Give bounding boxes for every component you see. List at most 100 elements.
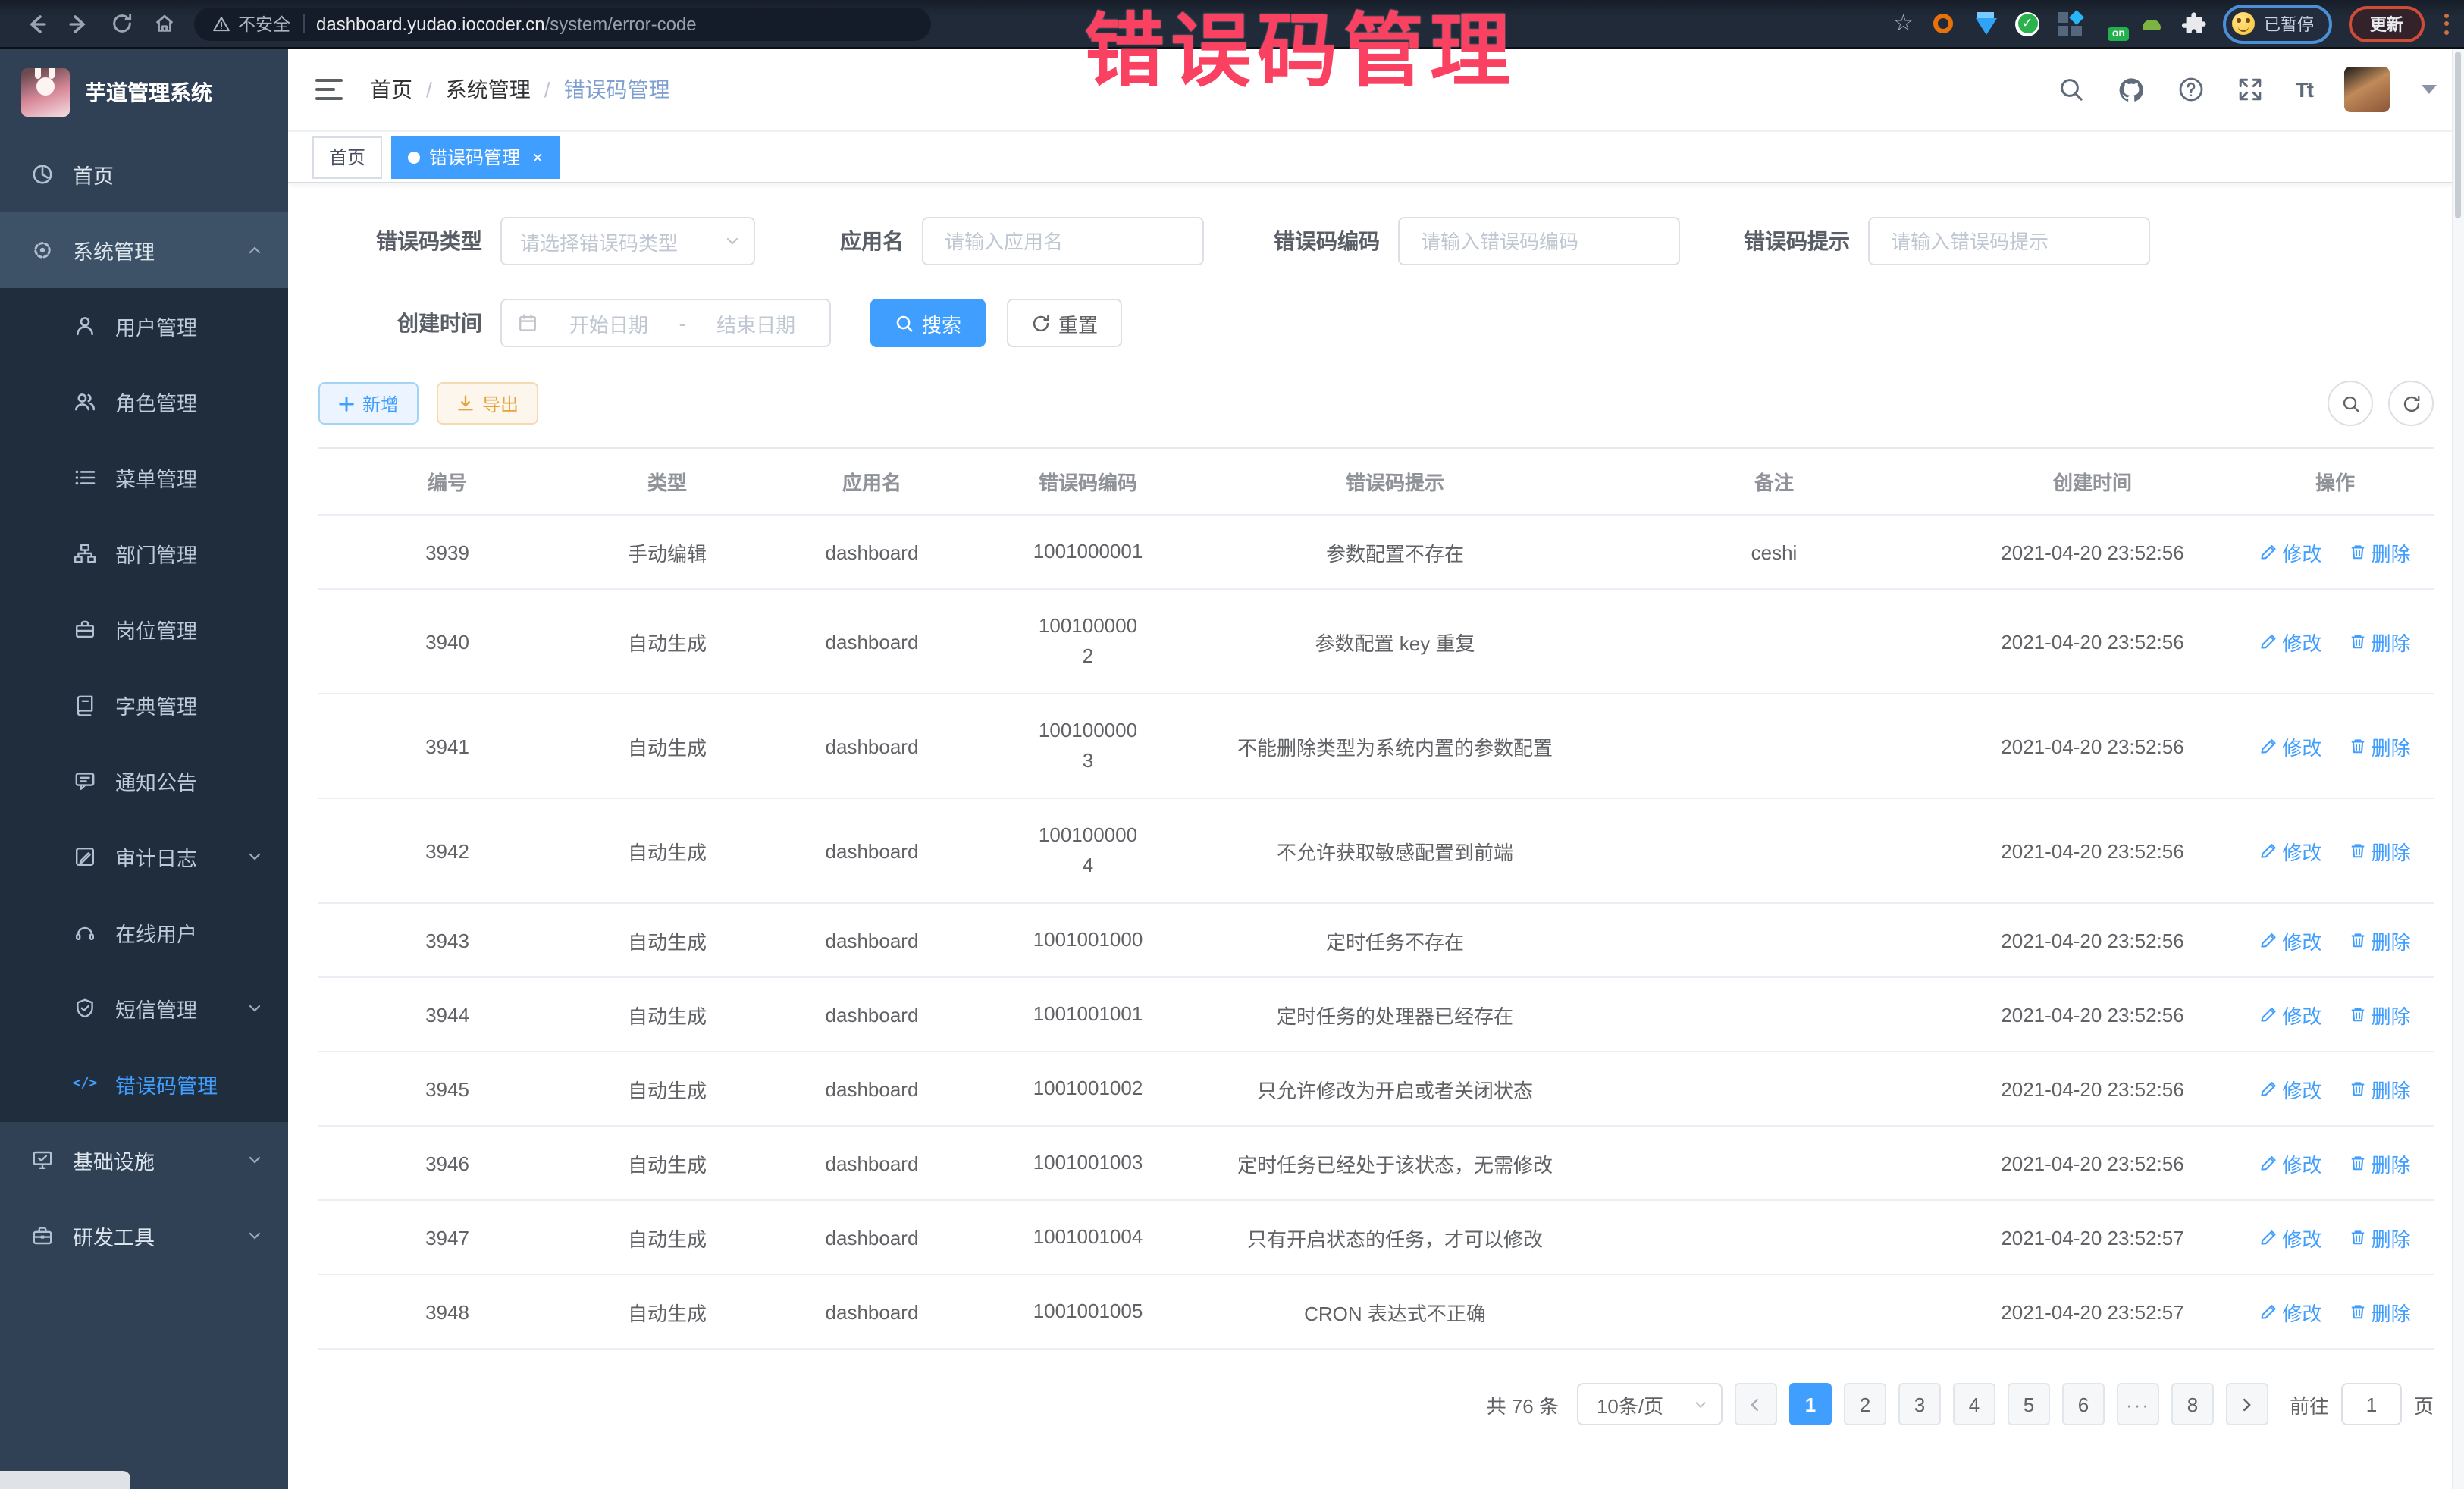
- error-hint-input[interactable]: [1868, 217, 2150, 265]
- profile-paused-pill[interactable]: 已暂停: [2223, 4, 2332, 43]
- sidebar-item-system[interactable]: 系统管理: [0, 212, 288, 288]
- sidebar-item-roles[interactable]: 角色管理: [0, 364, 288, 440]
- search-button[interactable]: 搜索: [870, 299, 986, 347]
- sidebar-item-notices[interactable]: 通知公告: [0, 743, 288, 819]
- sidebar-collapse-icon[interactable]: [315, 79, 343, 100]
- delete-link[interactable]: 删除: [2349, 1000, 2411, 1029]
- sidebar-item-users[interactable]: 用户管理: [0, 288, 288, 364]
- edit-link[interactable]: 修改: [2259, 1074, 2321, 1103]
- cell-type: 自动生成: [576, 589, 758, 694]
- extension-green-check-icon[interactable]: ✓: [2015, 11, 2039, 36]
- extension-grid-icon[interactable]: [2056, 11, 2082, 36]
- error-hint-input-field[interactable]: [1888, 228, 2130, 254]
- page-button[interactable]: 4: [1953, 1383, 1995, 1425]
- edit-link[interactable]: 修改: [2259, 627, 2321, 656]
- delete-link[interactable]: 删除: [2349, 627, 2411, 656]
- browser-home-button[interactable]: [143, 5, 185, 42]
- page-button[interactable]: 2: [1844, 1383, 1886, 1425]
- extension-list-on-icon[interactable]: on: [2099, 13, 2123, 34]
- sidebar-item-departments[interactable]: 部门管理: [0, 516, 288, 591]
- prev-page-button[interactable]: [1735, 1383, 1777, 1425]
- security-indicator[interactable]: 不安全: [212, 11, 290, 36]
- page-button[interactable]: 1: [1789, 1383, 1832, 1425]
- delete-link[interactable]: 删除: [2349, 836, 2411, 865]
- cell-id: 3941: [318, 694, 576, 798]
- delete-link[interactable]: 删除: [2349, 538, 2411, 566]
- sidebar-item-audit-log[interactable]: 审计日志: [0, 819, 288, 895]
- delete-link[interactable]: 删除: [2349, 1297, 2411, 1326]
- delete-link[interactable]: 删除: [2349, 1074, 2411, 1103]
- search-icon[interactable]: [2058, 76, 2085, 103]
- cell-actions: 修改 删除: [2237, 694, 2434, 798]
- tab-error-codes[interactable]: 错误码管理 ×: [391, 136, 560, 178]
- sidebar-item-sms[interactable]: 短信管理: [0, 970, 288, 1046]
- delete-link[interactable]: 删除: [2349, 732, 2411, 760]
- extension-blue-gem-icon[interactable]: [1973, 11, 1998, 36]
- sidebar-item-posts[interactable]: 岗位管理: [0, 591, 288, 667]
- edit-link[interactable]: 修改: [2259, 1223, 2321, 1252]
- breadcrumb-system[interactable]: 系统管理: [446, 74, 531, 105]
- table-refresh-button[interactable]: [2388, 381, 2434, 426]
- table-search-toggle-button[interactable]: [2328, 381, 2373, 426]
- help-icon[interactable]: [2177, 76, 2205, 103]
- edit-link[interactable]: 修改: [2259, 1000, 2321, 1029]
- font-size-icon[interactable]: Tt: [2296, 77, 2312, 102]
- delete-link[interactable]: 删除: [2349, 1149, 2411, 1177]
- error-code-input[interactable]: [1398, 217, 1680, 265]
- user-avatar[interactable]: [2344, 67, 2390, 112]
- browser-forward-button[interactable]: [58, 5, 100, 42]
- app-logo-row[interactable]: 芋道管理系统: [0, 49, 288, 136]
- breadcrumb-home[interactable]: 首页: [370, 74, 412, 105]
- edit-link[interactable]: 修改: [2259, 1149, 2321, 1177]
- fullscreen-icon[interactable]: [2237, 76, 2264, 103]
- page-button[interactable]: 5: [2008, 1383, 2050, 1425]
- page-button[interactable]: 6: [2062, 1383, 2105, 1425]
- edit-link[interactable]: 修改: [2259, 836, 2321, 865]
- github-icon[interactable]: [2117, 75, 2146, 104]
- delete-link[interactable]: 删除: [2349, 926, 2411, 955]
- sidebar-item-online-users[interactable]: 在线用户: [0, 895, 288, 970]
- sidebar-item-home[interactable]: 首页: [0, 136, 288, 212]
- browser-update-button[interactable]: 更新: [2349, 5, 2425, 42]
- app-name-input[interactable]: [922, 217, 1204, 265]
- table-row: 3939 手动编辑 dashboard 1001000001 参数配置不存在 c…: [318, 515, 2434, 589]
- browser-reload-button[interactable]: [100, 5, 143, 42]
- page-button[interactable]: 8: [2171, 1383, 2214, 1425]
- sidebar-item-dictionary[interactable]: 字典管理: [0, 667, 288, 743]
- reset-button[interactable]: 重置: [1007, 299, 1122, 347]
- bookmark-star-icon[interactable]: ☆: [1893, 12, 1914, 35]
- sidebar-item-error-codes[interactable]: </> 错误码管理: [0, 1046, 288, 1122]
- extensions-puzzle-icon[interactable]: [2180, 11, 2206, 36]
- edit-link[interactable]: 修改: [2259, 1297, 2321, 1326]
- page-size-select[interactable]: 10条/页: [1577, 1383, 1723, 1425]
- tab-close-icon[interactable]: ×: [532, 148, 543, 166]
- next-page-button[interactable]: [2226, 1383, 2268, 1425]
- app-name-input-field[interactable]: [942, 228, 1184, 254]
- delete-link[interactable]: 删除: [2349, 1223, 2411, 1252]
- error-code-input-field[interactable]: [1418, 228, 1660, 254]
- date-range-picker[interactable]: 开始日期 - 结束日期: [500, 299, 831, 347]
- tab-home[interactable]: 首页: [312, 136, 382, 178]
- scrollbar-thumb[interactable]: [2455, 52, 2461, 218]
- sidebar-item-menus[interactable]: 菜单管理: [0, 440, 288, 516]
- browser-back-button[interactable]: [15, 5, 58, 42]
- page-button[interactable]: 3: [1898, 1383, 1941, 1425]
- sidebar-item-dev-tools[interactable]: 研发工具: [0, 1198, 288, 1274]
- toolbox-icon: [30, 1224, 55, 1248]
- extension-person-icon[interactable]: [2140, 11, 2164, 36]
- export-button[interactable]: 导出: [437, 382, 538, 425]
- browser-menu-icon[interactable]: [2444, 13, 2449, 34]
- page-scrollbar[interactable]: [2452, 47, 2464, 1489]
- edit-link[interactable]: 修改: [2259, 732, 2321, 760]
- edit-link[interactable]: 修改: [2259, 926, 2321, 955]
- add-button[interactable]: 新增: [318, 382, 419, 425]
- security-label: 不安全: [238, 11, 290, 36]
- avatar-caret-icon[interactable]: [2422, 85, 2437, 94]
- address-bar[interactable]: 不安全 dashboard.yudao.iocoder.cn/system/er…: [194, 7, 931, 40]
- error-type-select[interactable]: 请选择错误码类型: [500, 217, 755, 265]
- extension-orange-ring-icon[interactable]: [1930, 11, 1956, 36]
- sidebar-item-infrastructure[interactable]: 基础设施: [0, 1122, 288, 1198]
- pager-ellipsis[interactable]: ···: [2117, 1383, 2159, 1425]
- edit-link[interactable]: 修改: [2259, 538, 2321, 566]
- goto-page-input[interactable]: [2341, 1383, 2402, 1425]
